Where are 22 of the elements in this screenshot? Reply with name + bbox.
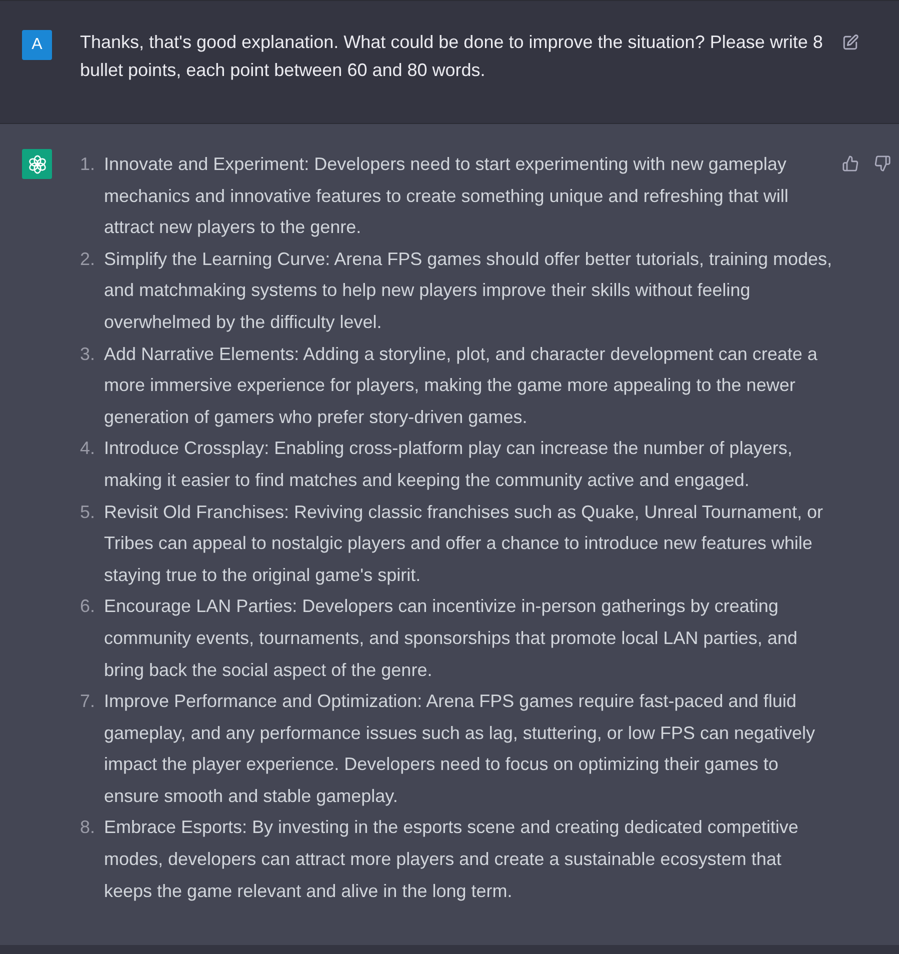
list-number: 3. xyxy=(80,342,96,366)
list-item-text: Embrace Esports: By investing in the esports scene and creating dedicated competitive modes, developers can attract more players and create a sustainable ecosystem that keeps the game relevant and alive in the long term. xyxy=(104,816,800,903)
thumbs-up-icon[interactable] xyxy=(842,155,859,172)
list-item-text: Improve Performance and Optimization: Arena FPS games require fast-paced and fluid gameplay, and any performance issues such as lag, stuttering, or low FPS can negatively impact the player experience. Developers need to focus on optimizing their games to ensure smooth and stable gameplay. xyxy=(104,690,816,808)
list-item-text: Encourage LAN Parties: Developers can incentivize in-person gatherings by creating community events, tournaments, and sponsorships that promote local LAN parties, and bring back the social aspect of the genre. xyxy=(104,595,798,682)
list-item-text: Simplify the Learning Curve: Arena FPS games should offer better tutorials, training modes, and matchmaking systems to help new players improve their skills without feeling overwhelmed by the difficulty level. xyxy=(104,248,834,334)
list-item-text: Revisit Old Franchises: Reviving classic franchises such as Quake, Unreal Tournament, or Tribes can appeal to nostalgic players and offer a chance to introduce new features while staying true to the original game's spirit. xyxy=(104,500,824,587)
list-item-text: Innovate and Experiment: Developers need to start experimenting with new gameplay mechanics and innovative features to create something unique and refreshing that will attract new players to the genre. xyxy=(104,153,790,240)
thumbs-down-icon[interactable] xyxy=(874,155,891,172)
user-avatar: A xyxy=(22,30,52,60)
list-item-text: Add Narrative Elements: Adding a storyline, plot, and character development can create a more immersive experience for players, making the game more appealing to the newer generation of gamers who prefer story-driven games. xyxy=(104,342,818,429)
list-number: 4. xyxy=(80,437,96,460)
list-item-text: Introduce Crossplay: Enabling cross-platform play can increase the number of players, making it easier to find matches and keeping the community active and engaged. xyxy=(104,437,794,492)
list-number: 6. xyxy=(80,595,96,618)
list-number: 2. xyxy=(80,248,96,271)
assistant-avatar-icon xyxy=(22,149,52,179)
list-number: 8. xyxy=(80,816,96,840)
list-number: 1. xyxy=(80,153,96,176)
user-message-text: Thanks, that's good explanation. What could be done to improve the situation? Please write 8 bullet points, each point between 60 and 80 words. xyxy=(80,31,824,82)
list-number: 5. xyxy=(80,500,96,524)
edit-icon[interactable] xyxy=(842,34,859,51)
list-number: 7. xyxy=(80,690,96,714)
